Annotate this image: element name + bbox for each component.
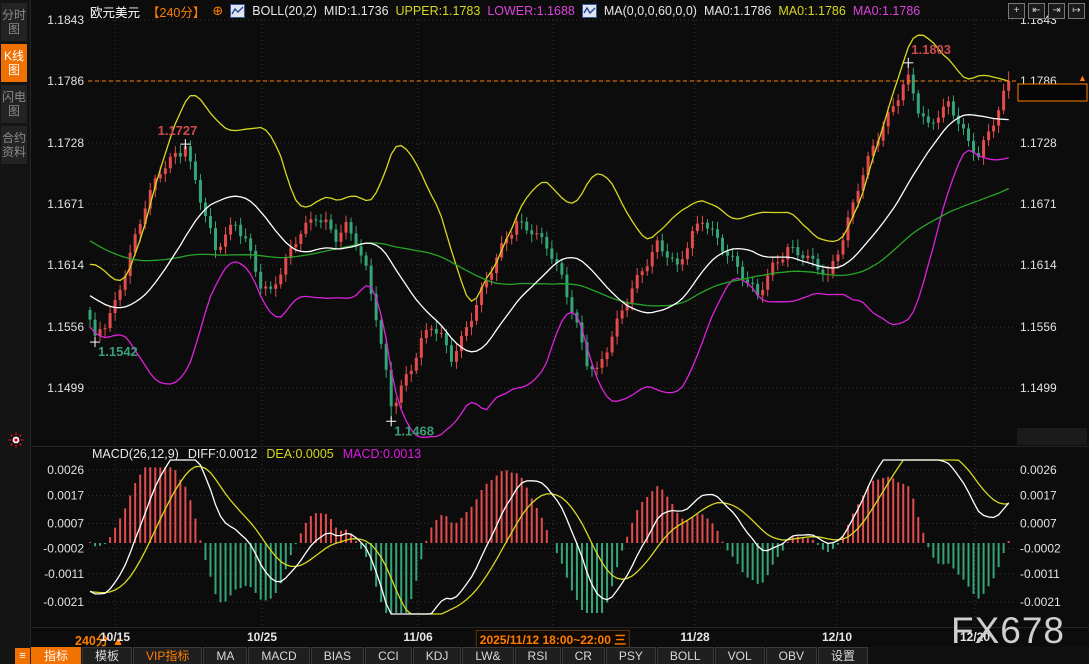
ma-chart-icon <box>582 4 597 18</box>
toolbar-item-15[interactable]: 设置 <box>818 647 868 664</box>
svg-text:1.1843: 1.1843 <box>47 13 84 27</box>
svg-text:1.1727: 1.1727 <box>158 123 198 138</box>
svg-text:1.1728: 1.1728 <box>1020 136 1057 150</box>
svg-text:-0.0002: -0.0002 <box>43 542 84 556</box>
svg-text:0.0017: 0.0017 <box>1020 488 1057 502</box>
svg-text:-0.0021: -0.0021 <box>1020 595 1061 609</box>
toolbar-item-5[interactable]: BIAS <box>311 647 364 664</box>
x-axis-row: 240分 ▲ 10/1510/2511/062025/11/12 18:00~2… <box>30 629 1089 647</box>
svg-text:1.1803: 1.1803 <box>911 42 951 57</box>
svg-text:1.1468: 1.1468 <box>394 423 434 438</box>
symbol-name: 欧元美元 <box>90 2 140 21</box>
ma0-magenta-value: MA0:1.1786 <box>853 4 920 18</box>
pan-out-icon[interactable]: ↦ <box>1068 3 1085 19</box>
sidebar-tab-1[interactable]: K线图 <box>1 44 27 82</box>
macd-dea-value: DEA:0.0005 <box>266 447 333 462</box>
ma0-white-value: MA0:1.1786 <box>704 4 771 18</box>
x-axis-label-5: 12/10 <box>822 630 852 644</box>
main-chart[interactable]: 1.18431.18431.17861.17861.17281.17281.16… <box>0 0 1089 664</box>
svg-text:1.1786: 1.1786 <box>47 74 84 88</box>
toolbar-item-13[interactable]: VOL <box>715 647 765 664</box>
indicator-toolbar: 指标模板VIP指标MAMACDBIASCCIKDJLW&RSICRPSYBOLL… <box>31 647 1089 664</box>
toolbar-item-7[interactable]: KDJ <box>413 647 462 664</box>
svg-text:-0.0011: -0.0011 <box>1020 567 1060 581</box>
svg-text:1.1614: 1.1614 <box>1020 258 1057 272</box>
boll-upper-value: UPPER:1.1783 <box>396 4 481 18</box>
toolbar-item-3[interactable]: MA <box>203 647 247 664</box>
ma0-yellow-value: MA0:1.1786 <box>778 4 845 18</box>
toolbar-item-6[interactable]: CCI <box>365 647 412 664</box>
macd-diff-value: DIFF:0.0012 <box>188 447 257 462</box>
toolbar-item-0[interactable]: 指标 <box>31 647 81 664</box>
pan-right-icon[interactable]: ⇥ <box>1048 3 1065 19</box>
sidebar-tabs: 分时图 K线图闪电图合约资料 <box>0 3 30 164</box>
svg-text:-0.0011: -0.0011 <box>44 567 84 581</box>
svg-text:1.1556: 1.1556 <box>47 320 84 334</box>
kline-app: 1.18431.18431.17861.17861.17281.17281.16… <box>0 0 1089 664</box>
macd-label: MACD(26,12,9) <box>92 447 179 462</box>
toolbar-item-2[interactable]: VIP指标 <box>133 647 202 664</box>
svg-text:1.1728: 1.1728 <box>47 136 84 150</box>
x-axis-label-4: 11/28 <box>680 630 709 644</box>
svg-text:▲: ▲ <box>1078 73 1087 83</box>
svg-text:1.1499: 1.1499 <box>1020 381 1057 395</box>
x-axis-label-2: 11/06 <box>403 630 432 644</box>
toolbar-item-4[interactable]: MACD <box>248 647 309 664</box>
svg-text:-0.0002: -0.0002 <box>1020 542 1061 556</box>
svg-text:1.1671: 1.1671 <box>1020 197 1057 211</box>
x-axis-label-6: 12/20 <box>960 630 990 644</box>
svg-text:1.1556: 1.1556 <box>1020 320 1057 334</box>
add-indicator-icon[interactable]: ⊕ <box>212 3 223 19</box>
toolbar-item-14[interactable]: OBV <box>766 647 817 664</box>
period-tag: 【240分】 <box>147 2 205 21</box>
toolbar-item-12[interactable]: BOLL <box>657 647 714 664</box>
svg-text:-0.0021: -0.0021 <box>43 595 84 609</box>
chart-header: 欧元美元 【240分】 ⊕ BOLL(20,2) MID:1.1736 UPPE… <box>90 2 920 20</box>
toolbar-item-11[interactable]: PSY <box>606 647 656 664</box>
svg-text:0.0007: 0.0007 <box>47 516 84 530</box>
svg-text:0.0026: 0.0026 <box>47 463 84 477</box>
sidebar-settings-icon[interactable]: ≡ <box>15 648 30 664</box>
boll-chart-icon <box>230 4 245 18</box>
x-axis-label-1: 10/25 <box>247 630 277 644</box>
macd-header: MACD(26,12,9) DIFF:0.0012 DEA:0.0005 MAC… <box>92 447 421 462</box>
sidebar-tab-0[interactable]: 分时图 <box>1 3 27 41</box>
corner-icons: +⇤⇥↦ <box>1008 3 1085 19</box>
toolbar-item-8[interactable]: LW& <box>462 647 513 664</box>
ma-label: MA(0,0,0,60,0,0) <box>604 4 697 18</box>
sidebar-tab-3[interactable]: 合约资料 <box>1 126 27 164</box>
pan-left-icon[interactable]: ⇤ <box>1028 3 1045 19</box>
alarm-icon[interactable] <box>8 432 24 448</box>
toolbar-item-1[interactable]: 模板 <box>82 647 132 664</box>
svg-text:1.1614: 1.1614 <box>47 258 84 272</box>
x-axis-label-0: 10/15 <box>100 630 130 644</box>
svg-text:0.0017: 0.0017 <box>47 488 84 502</box>
sidebar: 分时图 K线图闪电图合约资料 ≡ <box>0 0 31 664</box>
boll-mid-value: MID:1.1736 <box>324 4 389 18</box>
sidebar-tab-2[interactable]: 闪电图 <box>1 85 27 123</box>
toolbar-item-10[interactable]: CR <box>562 647 605 664</box>
crosshair-icon[interactable]: + <box>1008 3 1025 19</box>
svg-text:0.0026: 0.0026 <box>1020 463 1057 477</box>
toolbar-item-9[interactable]: RSI <box>515 647 561 664</box>
boll-label: BOLL(20,2) <box>252 4 317 18</box>
macd-macd-value: MACD:0.0013 <box>343 447 422 462</box>
svg-text:1.1671: 1.1671 <box>47 197 84 211</box>
svg-text:1.1499: 1.1499 <box>47 381 84 395</box>
svg-text:0.0007: 0.0007 <box>1020 516 1057 530</box>
boll-lower-value: LOWER:1.1688 <box>487 4 575 18</box>
svg-text:1.1542: 1.1542 <box>98 344 138 359</box>
